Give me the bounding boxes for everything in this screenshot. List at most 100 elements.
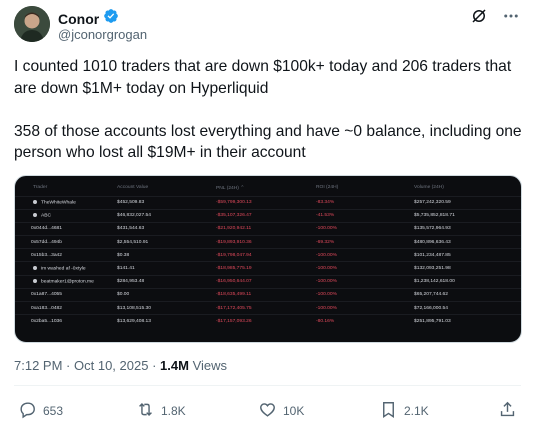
tweet-paragraph-1: I counted 1010 traders that are down $10… [14,58,512,97]
roi-cell: -100.00% [312,261,410,276]
trader-name: 0x57dd...494b [31,239,63,245]
account-value-cell: $13,108,515.30 [113,300,212,315]
bookmark-button[interactable]: 2.1K [379,400,429,422]
meta-separator: · [66,358,74,373]
volume-cell: $5,735,852,818.71 [410,208,521,223]
pnl-cell: -$19,893,910.36 [212,235,312,249]
volume-cell: $257,242,320.59 [410,195,521,210]
trader-cell: beatmaker1@proton.me [15,274,113,289]
action-bar: 653 1.8K 10K 2.1K [18,400,522,422]
table-row[interactable]: beatmaker1@proton.me $284,953.48 -$16,950,… [15,274,521,289]
table-row[interactable]: ABC $46,832,027.54 -$35,107,326.47 -41.53% $… [15,208,521,223]
leaderboard-header-row: Trader Account Value PNL (24H) ⌃ ROI (24… [15,176,521,196]
trader-cell: 0x1a87...4055 [15,287,113,302]
roi-cell: -100.00% [312,287,410,302]
roi-cell: -80.16% [312,314,410,328]
account-value-cell: $2,554,510.91 [113,235,212,249]
user-icon [33,279,37,284]
trader-name: beatmaker1@proton.me [41,279,94,285]
user-icon [33,265,37,270]
reply-count: 653 [43,404,64,418]
pnl-cell: -$17,172,405.75 [212,300,312,315]
tweet-date[interactable]: Oct 10, 2025 [74,358,148,373]
header-roi: ROI (24H) [316,185,339,191]
more-options-icon[interactable] [501,6,521,26]
bookmark-icon [379,400,398,422]
trader-cell: TheWhiteWhale [15,195,113,210]
trader-name: ABC [41,213,52,219]
table-row[interactable]: 0x15b3...3a42 $0.38 -$19,798,047.94 -100.00… [15,248,521,262]
account-value-cell: $0.38 [113,248,212,262]
share-icon [498,400,517,422]
trader-name: 0x15b3...3a42 [31,252,63,258]
header-volume: Volume (24H) [414,185,444,191]
pnl-cell: -$16,950,644.07 [212,274,312,289]
author-name[interactable]: Conor [58,11,99,27]
table-row[interactable]: 0x044d...4681 $431,544.63 -$21,920,942.11-… [15,221,521,236]
trader-cell: 0x57dd...494b [15,235,113,249]
account-value-cell: $284,953.48 [113,274,212,289]
account-value-cell: $13,629,408.13 [113,314,212,328]
pnl-cell: -$18,635,499.11 [212,287,312,302]
roi-cell: -100.00% [312,248,410,262]
volume-cell: $65,207,744.62 [410,287,521,302]
bookmark-count: 2.1K [404,404,429,418]
like-count: 10K [283,404,305,418]
trader-cell: ABC [15,208,113,223]
meta-separator: · [152,358,161,373]
table-row[interactable]: TheWhiteWhale $452,509.83 -$59,799,300.13-… [15,195,521,210]
table-row[interactable]: 0x1a87...4055 $0.00 -$18,635,499.11 -100.00… [15,287,521,302]
volume-cell: $132,093,251.98 [410,261,521,276]
account-value-cell: $46,832,027.54 [113,208,212,223]
trader-cell: 0x044d...4681 [15,221,113,236]
tweet-paragraph-2: 358 of those accounts lost everything an… [14,122,522,162]
leaderboard-table: Trader Account Value PNL (24H) ⌃ ROI (24… [15,176,521,328]
volume-cell: $135,572,964.93 [410,221,521,236]
user-icon [33,213,37,218]
views-count: 1.4M [160,358,189,373]
user-icon [33,199,37,204]
pnl-cell: -$18,985,775.19 [212,261,312,276]
divider [14,385,521,386]
repost-count: 1.8K [161,404,186,418]
attached-image-leaderboard[interactable]: Trader Account Value PNL (24H) ⌃ ROI (24… [14,175,522,343]
account-value-cell: $141.41 [113,261,212,276]
like-button[interactable]: 10K [258,400,304,422]
trader-name: 0x044d...4681 [31,226,63,232]
author-handle[interactable]: @jconorgrogan [58,27,147,42]
volume-cell: $1,238,142,618.00 [410,274,521,289]
repost-button[interactable]: 1.8K [136,400,186,422]
pnl-cell: -$59,799,300.13 [212,195,312,210]
volume-cell: $72,166,000.54 [410,300,521,315]
account-value-cell: $452,509.83 [113,195,212,210]
pnl-cell: -$19,798,047.94 [212,248,312,262]
roi-cell: -69.32% [312,235,410,249]
trader-cell: 0xa183...0482 [15,300,113,315]
pnl-cell: -$17,157,093.26 [212,314,312,328]
roi-cell: -83.34% [312,195,410,210]
author-name-row[interactable]: Conor [58,8,119,29]
tweet-time[interactable]: 7:12 PM [14,358,62,373]
pnl-cell: -$21,920,942.11 [212,221,312,236]
trader-name: 0xa183...0482 [31,305,63,311]
share-button[interactable] [498,400,517,422]
pnl-cell: -$35,107,326.47 [212,208,312,223]
grok-icon[interactable] [469,6,489,26]
reply-button[interactable]: 653 [18,400,63,422]
header-pnl: PNL (24H) ⌃ [216,185,245,191]
reply-icon [18,400,37,422]
table-row[interactable]: im washed af -0xtyle $141.41 -$18,985,775.… [15,261,521,276]
tweet-text: I counted 1010 traders that are down $10… [14,56,526,164]
repost-icon [136,400,155,422]
verified-badge-icon [103,8,119,29]
roi-cell: -100.00% [312,274,410,289]
views-label: Views [192,358,228,373]
table-row[interactable]: 0xa183...0482 $13,108,515.30 -$17,172,405.… [15,300,521,315]
table-row[interactable]: 0x57dd...494b $2,554,510.91 -$19,893,910.3… [15,235,521,249]
table-row[interactable]: 0x2ba5...1036 $13,629,408.13 -$17,157,093.… [15,314,521,328]
roi-cell: -41.53% [312,208,410,223]
roi-cell: -100.00% [312,221,410,236]
trader-name: im washed af -0xtyle [41,266,86,272]
avatar[interactable] [14,6,50,42]
trader-name: 0x2ba5...1036 [31,319,63,325]
